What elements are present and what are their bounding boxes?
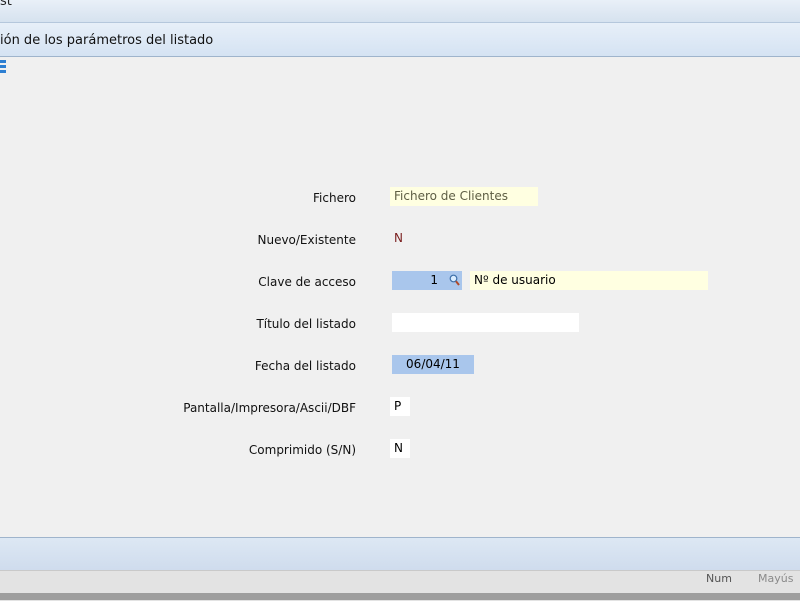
- form-area: [0, 57, 800, 537]
- clave-field[interactable]: 1: [392, 271, 462, 290]
- fecha-field[interactable]: 06/04/11: [392, 355, 474, 374]
- window-titlebar: st: [0, 0, 800, 23]
- row-titulo: Título del listado: [0, 313, 800, 333]
- comprimido-field[interactable]: N: [390, 439, 410, 458]
- row-fecha: Fecha del listado 06/04/11: [0, 355, 800, 375]
- pantalla-label: Pantalla/Impresora/Ascii/DBF: [183, 401, 356, 415]
- panel-header: ión de los parámetros del listado: [0, 23, 800, 57]
- titulo-field[interactable]: [392, 313, 579, 332]
- options-icon[interactable]: [0, 58, 8, 74]
- titulo-label: Título del listado: [256, 317, 356, 331]
- caps-indicator: Mayús: [758, 572, 794, 585]
- clave-description: Nº de usuario: [470, 271, 708, 290]
- row-comprimido: Comprimido (S/N) N: [0, 439, 800, 459]
- comprimido-label: Comprimido (S/N): [248, 443, 356, 457]
- row-fichero: Fichero Fichero de Clientes: [0, 187, 800, 207]
- nuevo-label: Nuevo/Existente: [257, 233, 356, 247]
- clave-value: 1: [430, 273, 438, 287]
- fecha-label: Fecha del listado: [254, 359, 356, 373]
- pantalla-field[interactable]: P: [390, 397, 410, 416]
- window-title: st: [0, 0, 12, 9]
- clave-label: Clave de acceso: [258, 275, 356, 289]
- window-bottom-edge: [0, 593, 800, 600]
- fichero-field[interactable]: Fichero de Clientes: [390, 187, 538, 206]
- search-icon[interactable]: [449, 274, 460, 286]
- nuevo-field[interactable]: N: [390, 229, 410, 248]
- fichero-label: Fichero: [313, 191, 356, 205]
- row-pantalla: Pantalla/Impresora/Ascii/DBF P: [0, 397, 800, 417]
- panel-footer: [0, 537, 800, 571]
- panel-title: ión de los parámetros del listado: [0, 33, 214, 48]
- row-nuevo: Nuevo/Existente N: [0, 229, 800, 249]
- num-indicator: Num: [706, 572, 732, 585]
- row-clave: Clave de acceso 1 Nº de usuario: [0, 271, 800, 291]
